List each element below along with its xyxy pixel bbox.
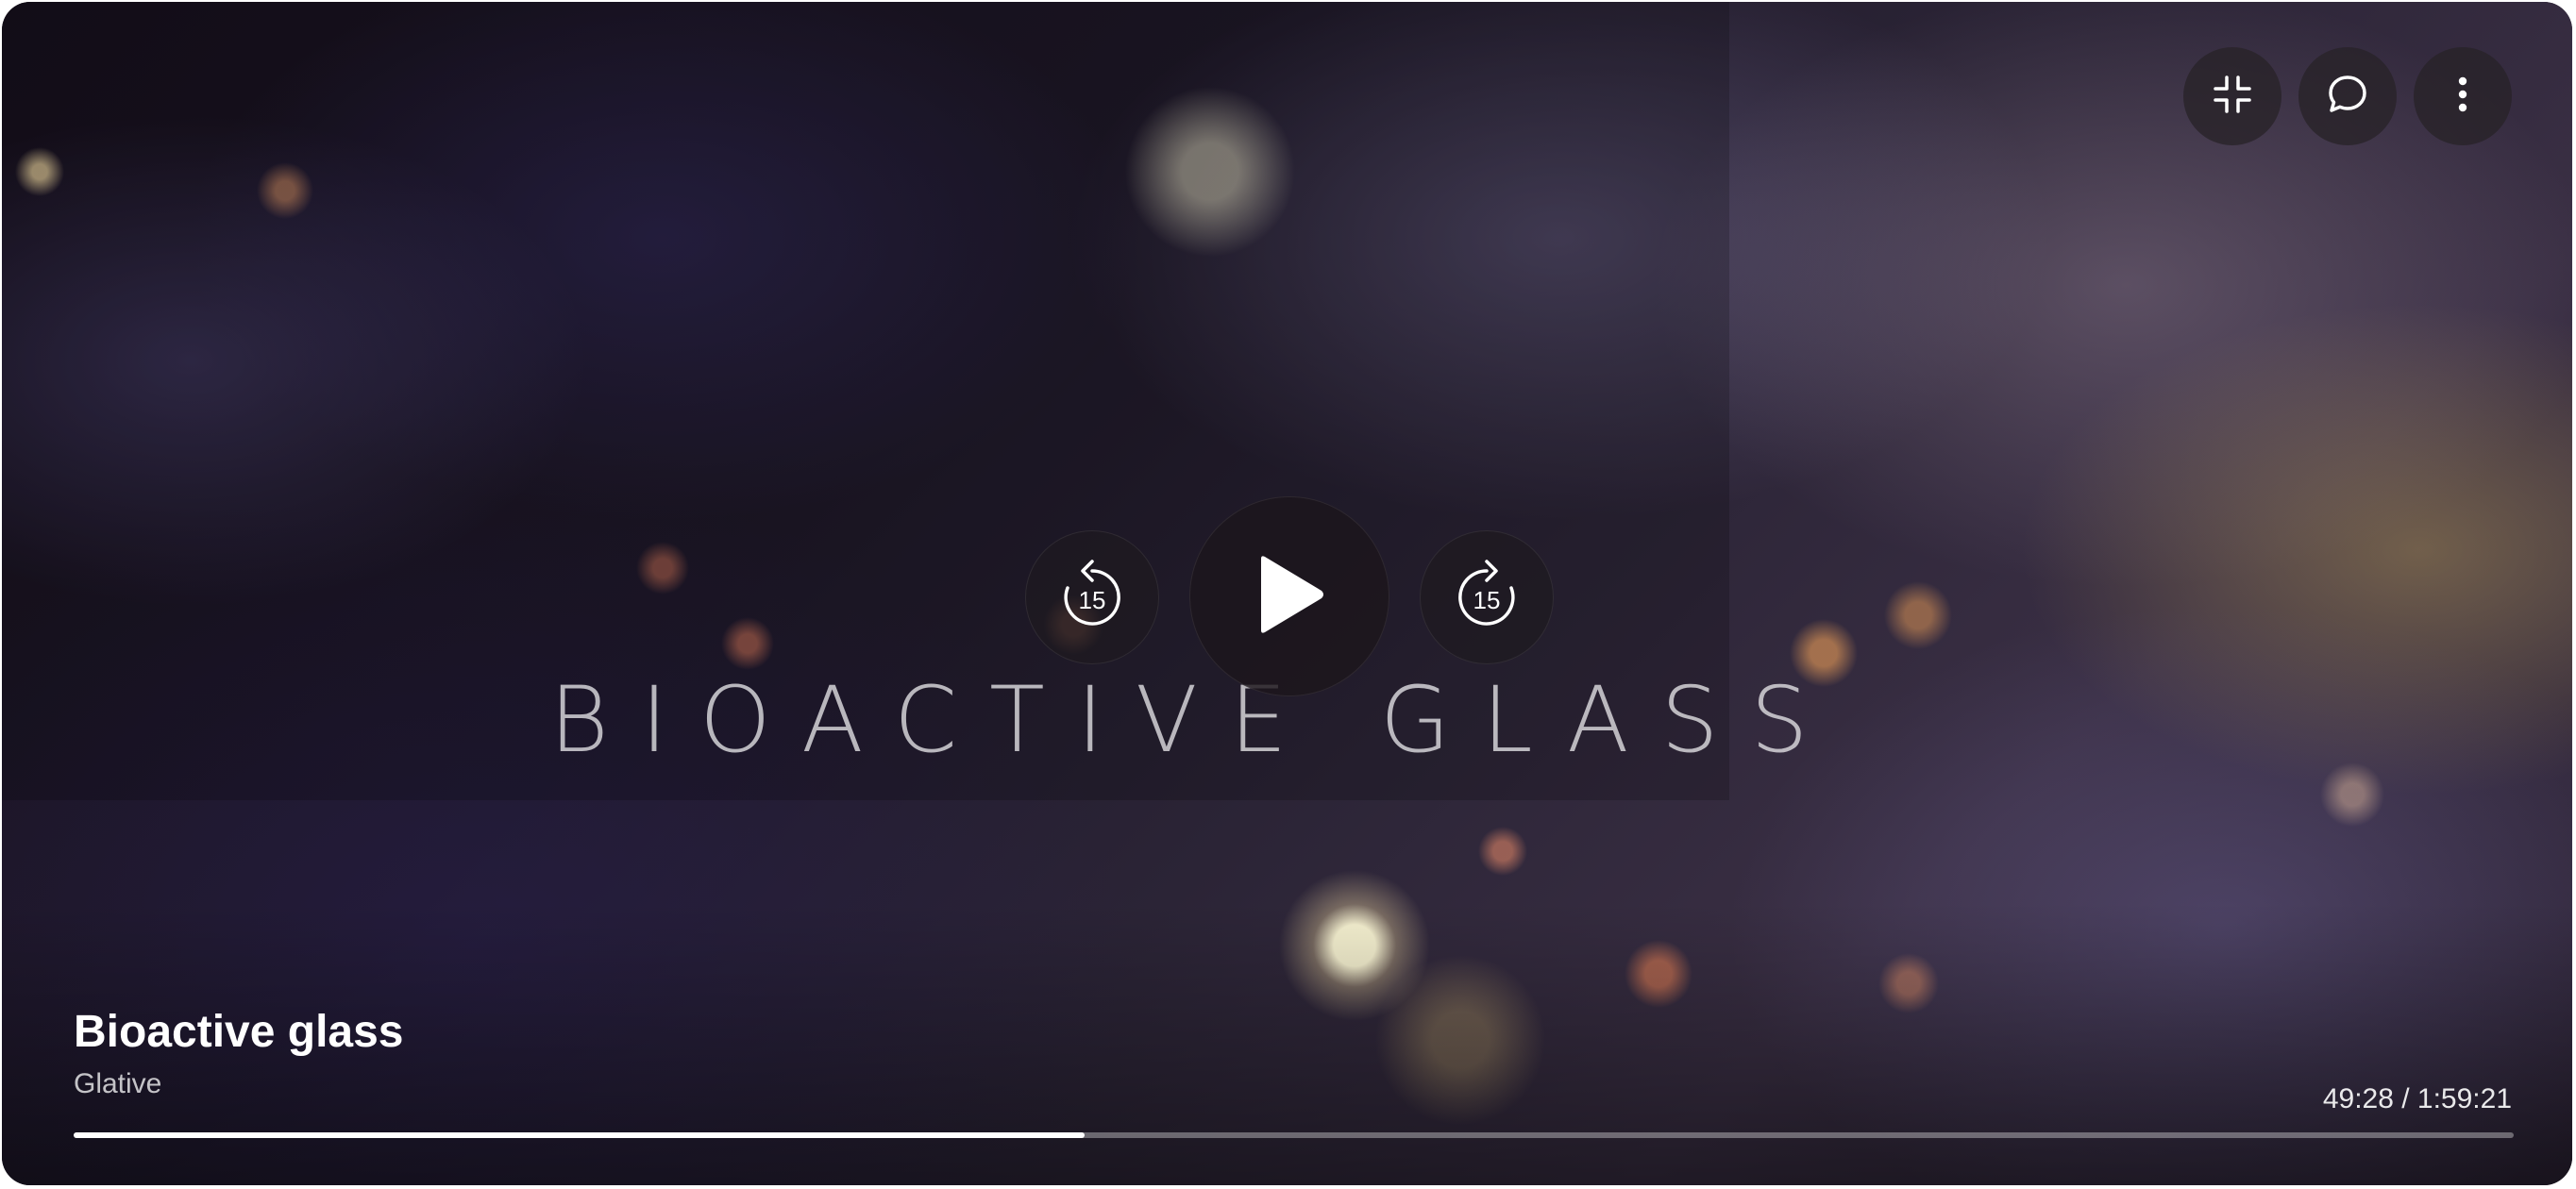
exit-fullscreen-button[interactable] bbox=[2183, 47, 2281, 145]
rewind-15-button[interactable]: 15 bbox=[1025, 530, 1159, 664]
playback-controls: 15 15 bbox=[1025, 496, 1554, 696]
channel-name[interactable]: Glative bbox=[74, 1068, 404, 1100]
replay-15-icon: 15 bbox=[1056, 558, 1128, 638]
forward-15-icon: 15 bbox=[1451, 558, 1523, 638]
forward-15-button[interactable]: 15 bbox=[1420, 530, 1554, 664]
more-options-button[interactable] bbox=[2414, 47, 2512, 145]
play-button[interactable] bbox=[1189, 496, 1389, 696]
forward-seconds-label: 15 bbox=[1473, 586, 1501, 614]
video-player[interactable]: BIOACTIVE GLASS 15 15 Bioactive glass Gl… bbox=[2, 2, 2572, 1185]
play-icon bbox=[1252, 553, 1327, 641]
more-vert-icon bbox=[2453, 74, 2472, 120]
video-info: Bioactive glass Glative bbox=[74, 1006, 404, 1100]
time-display: 49:28 / 1:59:21 bbox=[2322, 1083, 2512, 1114]
comments-button[interactable] bbox=[2298, 47, 2397, 145]
progress-fill bbox=[74, 1132, 1085, 1138]
exit-fullscreen-icon bbox=[2212, 74, 2253, 120]
top-controls bbox=[2183, 47, 2512, 145]
video-title: Bioactive glass bbox=[74, 1007, 404, 1057]
progress-bar[interactable] bbox=[74, 1132, 2514, 1138]
rewind-seconds-label: 15 bbox=[1079, 586, 1106, 614]
chat-bubble-icon bbox=[2326, 73, 2369, 121]
